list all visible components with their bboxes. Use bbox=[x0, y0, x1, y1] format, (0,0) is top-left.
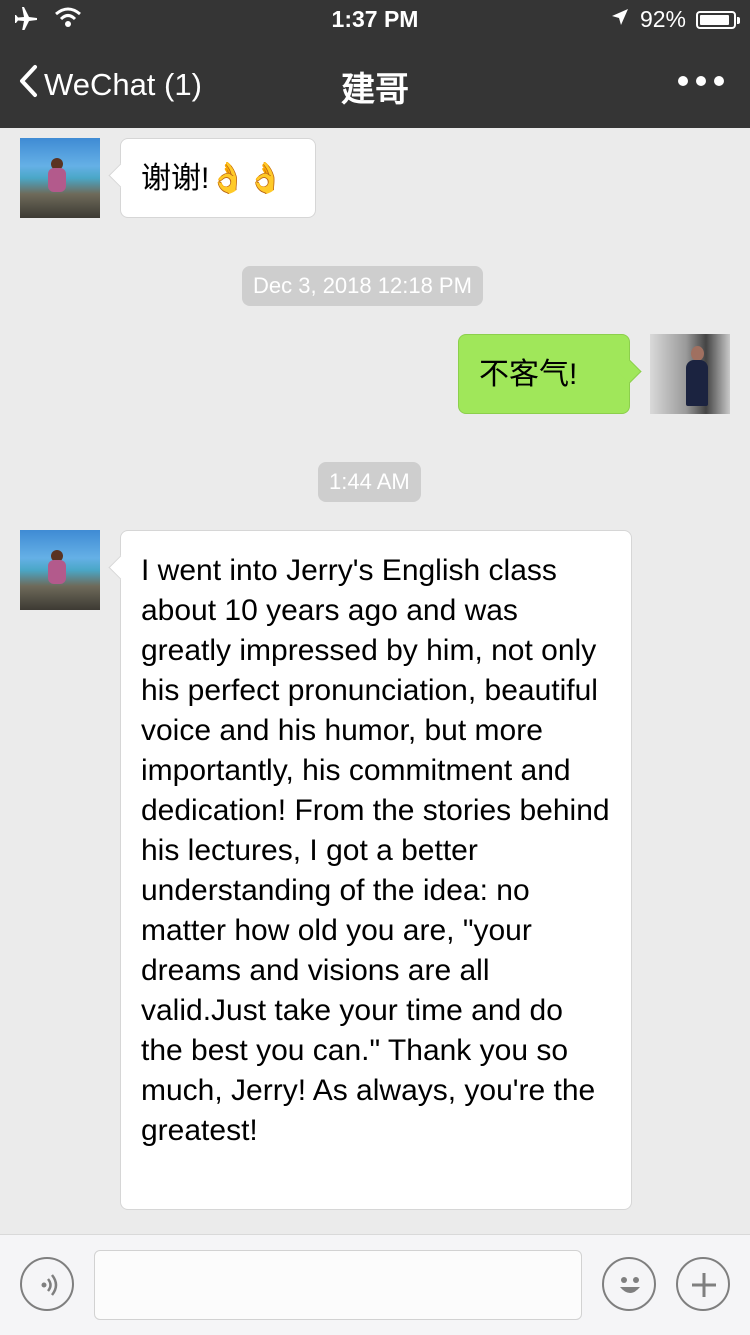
more-dots-icon bbox=[678, 76, 688, 86]
avatar-head bbox=[691, 346, 704, 361]
timestamp: Dec 3, 2018 12:18 PM bbox=[242, 266, 483, 306]
battery-icon bbox=[696, 10, 740, 29]
emoji-button[interactable] bbox=[602, 1257, 656, 1311]
message-bubble[interactable]: 不客气! bbox=[458, 334, 630, 414]
avatar[interactable] bbox=[20, 530, 100, 610]
message-text: 不客气! bbox=[479, 358, 578, 391]
top-bar: 1:37 PM 92% WeChat (1) 建哥 bbox=[0, 0, 750, 128]
timestamp: 1:44 AM bbox=[318, 462, 421, 502]
more-dot bbox=[696, 76, 706, 86]
more-button[interactable] bbox=[678, 76, 724, 86]
avatar[interactable] bbox=[650, 334, 730, 414]
voice-button[interactable] bbox=[20, 1257, 74, 1311]
battery-percent: 92% bbox=[639, 6, 686, 32]
chat-area[interactable]: 谢谢!👌👌 Dec 3, 2018 12:18 PM 不客气! 1:44 AM … bbox=[0, 128, 750, 1234]
chat-title: 建哥 bbox=[341, 71, 409, 109]
message-bubble[interactable]: 谢谢!👌👌 bbox=[120, 138, 316, 218]
status-bar: 1:37 PM 92% bbox=[0, 0, 750, 40]
avatar-body bbox=[686, 360, 708, 406]
avatar-figure bbox=[48, 168, 66, 192]
status-right: 92% bbox=[610, 6, 740, 33]
plus-icon bbox=[689, 1270, 719, 1305]
add-button[interactable] bbox=[676, 1257, 730, 1311]
message-text: 谢谢!👌👌 bbox=[141, 162, 285, 195]
message-text: I went into Jerry's English class about … bbox=[141, 554, 610, 1147]
voice-icon bbox=[34, 1271, 62, 1304]
message-bubble[interactable]: I went into Jerry's English class about … bbox=[120, 530, 632, 1210]
message-input[interactable] bbox=[94, 1250, 582, 1320]
input-bar bbox=[0, 1234, 750, 1335]
avatar-figure bbox=[48, 560, 66, 584]
avatar[interactable] bbox=[20, 138, 100, 218]
more-dot bbox=[714, 76, 724, 86]
location-arrow-icon bbox=[610, 6, 630, 33]
battery-fill bbox=[700, 14, 730, 25]
nav-bar: WeChat (1) 建哥 bbox=[0, 40, 750, 128]
emoji-icon bbox=[613, 1268, 647, 1307]
